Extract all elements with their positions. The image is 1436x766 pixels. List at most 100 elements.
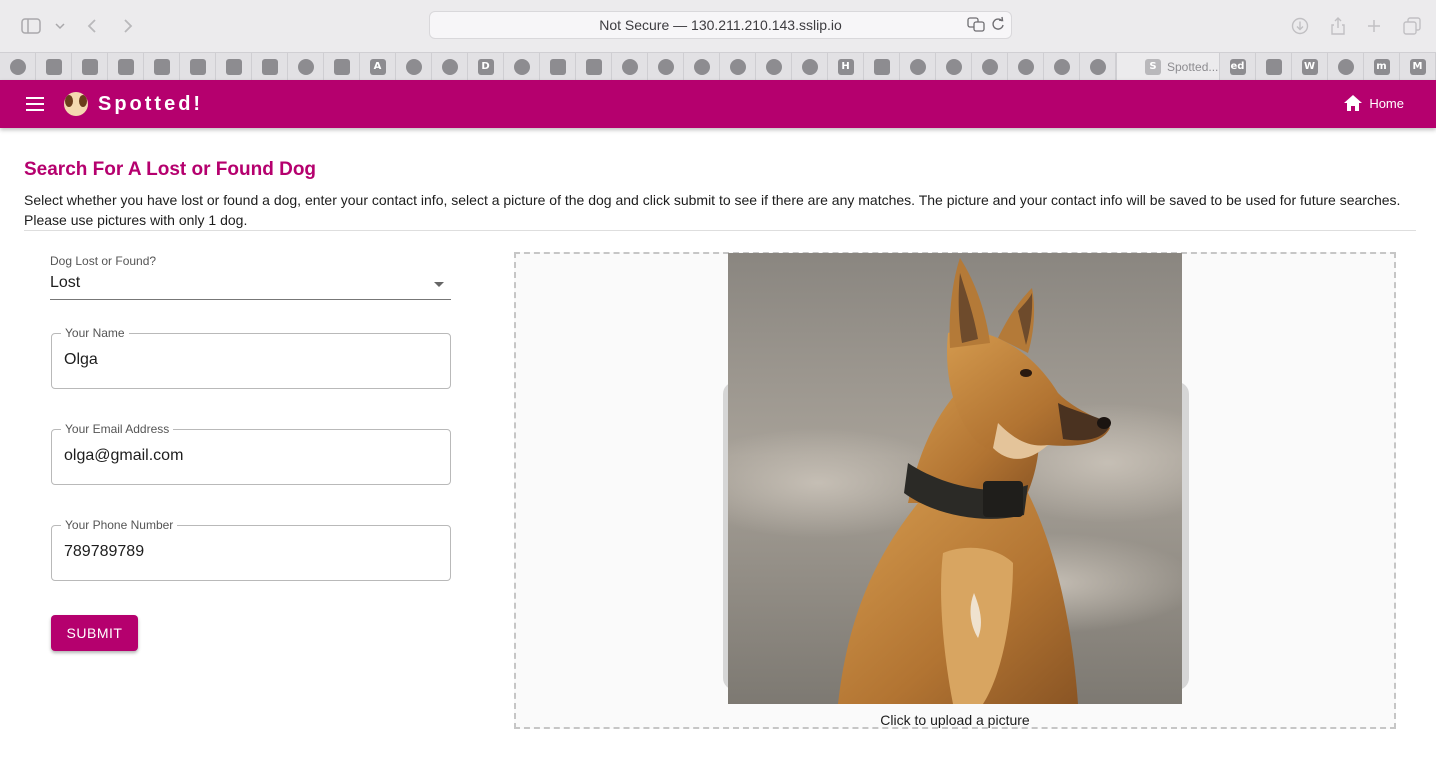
favorite-gear-icon[interactable] [0,52,36,81]
favorite-D-icon[interactable]: D [468,52,504,81]
favorite-react-icon[interactable] [504,52,540,81]
favorite-ring-icon[interactable] [792,52,828,81]
circle-icon [405,58,422,75]
drive-icon [621,58,638,75]
back-icon[interactable] [82,14,102,38]
home-button[interactable]: Home [1343,94,1404,112]
favorite-qr-icon[interactable] [1256,52,1292,81]
favorite-H-icon[interactable]: H [828,52,864,81]
favorite-github-icon[interactable] [936,52,972,81]
favorite-arrow-icon[interactable] [36,52,72,81]
grid-icon [549,58,566,75]
hex-icon [981,58,998,75]
intro-text: Select whether you have lost or found a … [24,192,1401,228]
favorite-react-icon[interactable] [432,52,468,81]
favorite-github-icon[interactable] [900,52,936,81]
hex-icon [657,58,674,75]
favorite-M-icon[interactable]: M [1400,52,1436,81]
favorites-left: ADH [0,52,1116,81]
favorite-list-icon[interactable] [180,52,216,81]
email-value: olga@gmail.com [64,447,184,464]
circle-icon [1053,58,1070,75]
favorites-bar: A D H S Spotted... ed Wm M [0,52,1436,81]
lost-found-select[interactable]: Dog Lost or Found? Lost [50,252,451,300]
favorite-circle-icon[interactable] [396,52,432,81]
app-bar: Spotted! Home [0,80,1436,128]
link-icon [117,58,134,75]
favorite-ed-icon[interactable]: ed [1220,52,1256,81]
favorite-hex-icon[interactable] [648,52,684,81]
favorite-shield-icon[interactable] [72,52,108,81]
ring-icon [801,58,818,75]
react-icon [513,58,530,75]
sidebar-icon[interactable] [20,14,42,38]
favorite-link-icon[interactable] [108,52,144,81]
hex-icon [1089,58,1106,75]
react-icon [693,58,710,75]
submit-button[interactable]: SUBMIT [51,615,138,651]
favorite-shirt-icon[interactable] [252,52,288,81]
shield-icon [333,58,350,75]
wave-icon [873,58,890,75]
upload-caption: Click to upload a picture [880,712,1030,728]
home-icon [1344,95,1363,111]
picture-upload-dropzone[interactable]: Click to upload a picture [514,252,1396,729]
list-icon [189,58,206,75]
favorite-gear-icon[interactable] [288,52,324,81]
hex-icon [1017,58,1034,75]
favorite-link-icon[interactable] [576,52,612,81]
chevron-down-icon[interactable] [52,14,68,38]
link-icon [585,58,602,75]
phone-field[interactable]: Your Phone Number 789789789 [51,517,451,581]
tabs-overview-icon[interactable] [1401,14,1423,38]
favorite-shirt-icon[interactable] [144,52,180,81]
favorite-hex-icon[interactable] [1080,52,1116,81]
A-icon: A [369,58,386,75]
page-title: Search For A Lost or Found Dog [24,159,317,180]
favorite-circle-icon[interactable] [1044,52,1080,81]
gear-icon [9,58,26,75]
favorite-W-icon[interactable]: W [1292,52,1328,81]
new-tab-icon[interactable] [1364,14,1384,38]
share-icon[interactable] [1328,14,1348,38]
address-bar[interactable]: Not Secure — 130.211.210.143.sslip.io [429,11,1012,39]
favorite-grid-icon[interactable] [540,52,576,81]
spotted-favicon: S [1145,58,1161,75]
favorite-circle-icon[interactable] [756,52,792,81]
favorite-python-icon[interactable] [216,52,252,81]
shirt-icon [153,58,170,75]
favorite-react-icon[interactable] [684,52,720,81]
name-value: Olga [64,351,98,368]
favorite-bolt-icon[interactable] [720,52,756,81]
favorite-drive-icon[interactable] [612,52,648,81]
divider [24,230,1416,231]
email-label: Your Email Address [61,421,174,437]
reload-icon[interactable] [991,16,1005,36]
favorite-m-icon[interactable]: m [1364,52,1400,81]
W-icon: W [1301,58,1318,75]
favorite-A-icon[interactable]: A [360,52,396,81]
phone-value: 789789789 [64,543,145,560]
favorite-shield-icon[interactable] [324,52,360,81]
menu-icon[interactable] [26,96,46,112]
github-icon [945,58,962,75]
ed-icon: ed [1229,58,1246,75]
forward-icon[interactable] [118,14,138,38]
tab-spotted[interactable]: S Spotted... [1116,52,1220,81]
favorite-hex-icon[interactable] [1008,52,1044,81]
name-field[interactable]: Your Name Olga [51,325,451,389]
phone-label: Your Phone Number [61,517,178,533]
favorite-hex-icon[interactable] [972,52,1008,81]
M-icon: M [1409,58,1426,75]
home-label: Home [1369,95,1404,111]
favorite-react-icon[interactable] [1328,52,1364,81]
qr-icon [1265,58,1282,75]
app-title: Spotted! [98,92,204,115]
lost-found-label: Dog Lost or Found? [50,254,157,268]
circle-icon [765,58,782,75]
email-field[interactable]: Your Email Address olga@gmail.com [51,421,451,485]
tab-title: Spotted... [1167,59,1219,74]
favorite-wave-icon[interactable] [864,52,900,81]
translate-icon[interactable] [967,16,985,36]
download-icon[interactable] [1290,14,1310,38]
